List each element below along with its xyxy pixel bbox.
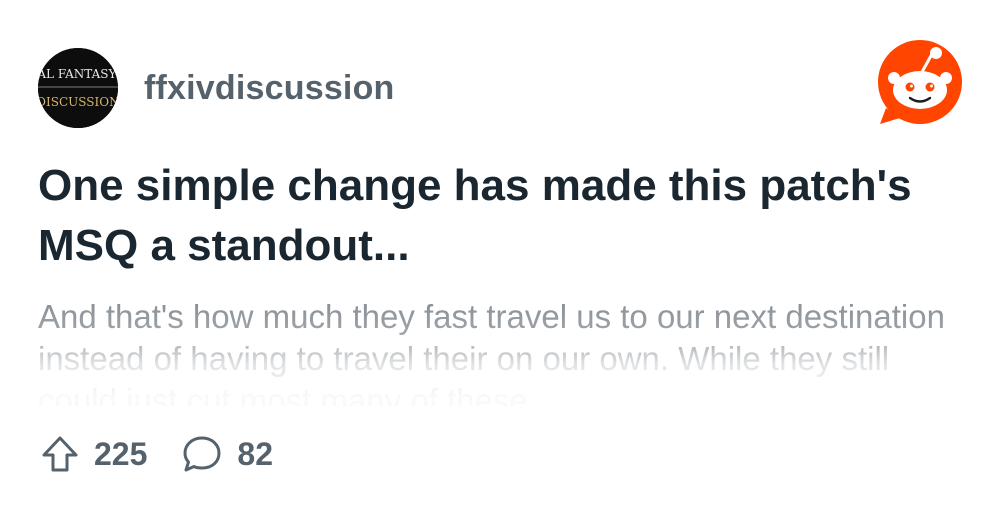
avatar-logo-top-text: FINAL FANTASY XIV [38, 67, 118, 81]
upvote-button[interactable]: 225 [40, 434, 147, 474]
reddit-logo-icon [874, 38, 964, 128]
subreddit-avatar-image: FINAL FANTASY XIV DISCUSSION [38, 48, 118, 128]
upvote-count: 225 [94, 435, 148, 472]
avatar-logo-bottom-text: DISCUSSION [38, 95, 118, 109]
subreddit-name[interactable]: ffxivdiscussion [144, 69, 395, 108]
post-body-preview: And that's how much they fast travel us … [38, 298, 945, 406]
post-card[interactable]: FINAL FANTASY XIV DISCUSSION ffxivdiscus… [0, 0, 1000, 521]
comments-button[interactable]: 82 [181, 434, 273, 474]
post-title[interactable]: One simple change has made this patch's … [38, 156, 938, 276]
comment-count: 82 [237, 435, 273, 472]
subreddit-avatar[interactable]: FINAL FANTASY XIV DISCUSSION [38, 48, 118, 128]
post-header: FINAL FANTASY XIV DISCUSSION ffxivdiscus… [38, 48, 395, 128]
post-actions: 225 82 [40, 434, 307, 474]
comment-bubble-icon [183, 436, 221, 472]
upvote-arrow-icon [42, 436, 78, 472]
